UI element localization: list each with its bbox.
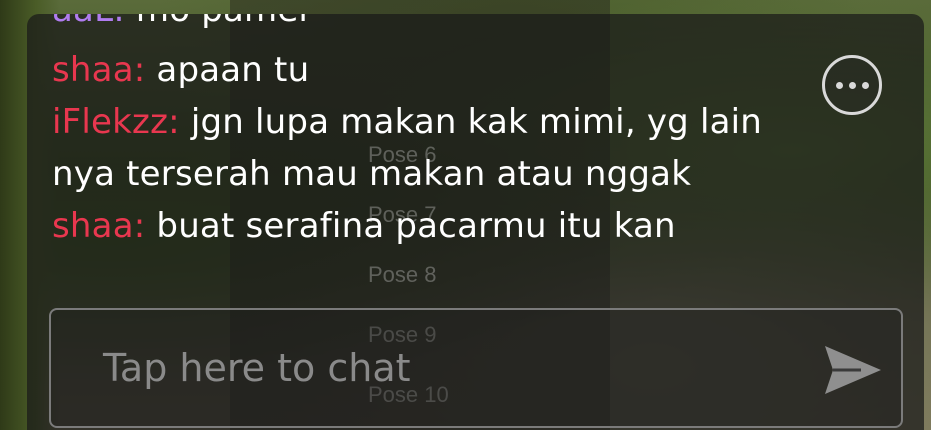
chat-sender: aaL: [52, 14, 125, 30]
chat-text: mo pamer [136, 14, 313, 30]
chat-text: buat serafina pacarmu itu kan [156, 206, 676, 246]
game-scene: Pose 6 Pose 7 Pose 8 Pose 9 Pose 10 aaL:… [0, 0, 931, 430]
more-options-button[interactable] [822, 55, 882, 115]
chat-sender: shaa: [52, 50, 146, 90]
chat-text: nya terserah mau makan atau nggak [52, 154, 692, 194]
chat-message: iFlekzz: jgn lupa makan kak mimi, yg lai… [52, 96, 842, 148]
send-icon[interactable] [821, 342, 885, 398]
chat-input-placeholder: Tap here to chat [103, 346, 411, 390]
chat-text: jgn lupa makan kak mimi, yg lain [190, 102, 763, 142]
chat-sender: iFlekzz: [52, 102, 180, 142]
chat-message: shaa: buat serafina pacarmu itu kan [52, 200, 842, 252]
chat-sender: shaa: [52, 206, 146, 246]
chat-message-continuation: nya terserah mau makan atau nggak [52, 148, 842, 200]
chat-message: shaa: apaan tu [52, 44, 842, 96]
more-options-icon [835, 81, 869, 89]
chat-input[interactable]: Tap here to chat [49, 308, 903, 428]
chat-messages: aaL: mo pamer shaa: apaan tu iFlekzz: jg… [52, 14, 842, 252]
chat-text: apaan tu [156, 50, 310, 90]
chat-message: aaL: mo pamer [52, 14, 842, 44]
